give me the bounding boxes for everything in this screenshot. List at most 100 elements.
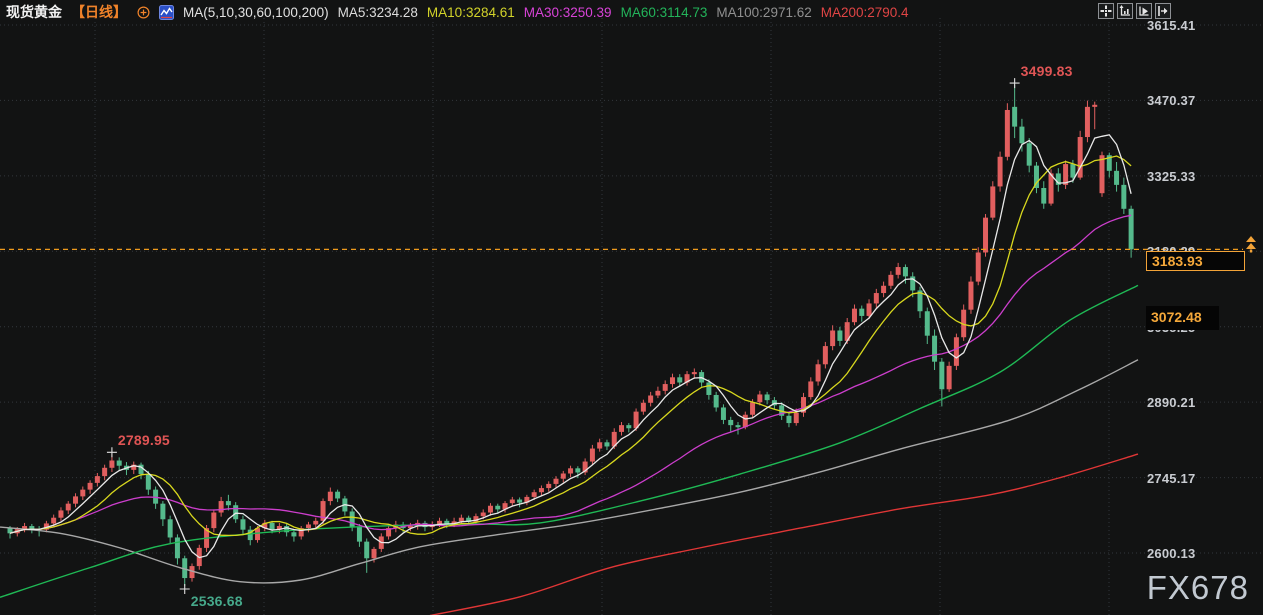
extreme-marker-icon	[180, 584, 190, 594]
candle	[372, 549, 377, 558]
candle	[968, 282, 973, 310]
candle	[233, 505, 238, 519]
candle	[517, 500, 522, 503]
candle	[714, 395, 719, 407]
candle	[706, 382, 711, 394]
candle	[830, 330, 835, 346]
candle	[211, 513, 216, 529]
candle	[58, 510, 63, 517]
candle	[539, 488, 544, 492]
candle	[1049, 173, 1054, 203]
candle	[575, 468, 580, 472]
candle	[954, 337, 959, 366]
candle	[270, 523, 275, 530]
candle	[786, 416, 791, 423]
candle	[677, 377, 682, 382]
candle	[750, 402, 755, 414]
add-indicator-button[interactable]	[136, 5, 150, 19]
candle	[240, 519, 245, 529]
candle	[88, 483, 93, 490]
candle	[219, 501, 224, 512]
candle	[1027, 143, 1032, 165]
symbol-title: 现货黄金	[6, 2, 62, 22]
candle	[146, 474, 151, 490]
ma-line-ma30	[10, 215, 1131, 533]
candle	[641, 403, 646, 412]
extreme-marker-icon	[107, 447, 117, 457]
axis-scale-icon[interactable]	[1117, 3, 1133, 19]
chart-toolbar	[1098, 3, 1171, 19]
secondary-price-tag: 3072.48	[1146, 306, 1219, 330]
candle	[808, 381, 813, 397]
candle	[859, 309, 864, 316]
auto-scroll-icon[interactable]	[1136, 3, 1152, 19]
candle	[939, 362, 944, 390]
candle	[998, 157, 1003, 187]
candle	[619, 425, 624, 432]
ma-line-ma60	[0, 285, 1138, 597]
candle	[736, 425, 741, 427]
candle	[66, 504, 71, 511]
candle	[881, 286, 886, 293]
price-annotation: 2536.68	[191, 593, 243, 609]
timeframe-label[interactable]: 【日线】	[71, 2, 127, 22]
candle	[481, 513, 486, 517]
jump-latest-icon[interactable]	[1155, 3, 1171, 19]
candle	[976, 252, 981, 281]
y-axis-label: 3325.33	[1147, 169, 1195, 184]
crosshair-icon[interactable]	[1098, 3, 1114, 19]
candle	[1019, 127, 1024, 144]
candle	[459, 518, 464, 522]
y-axis-label: 2600.13	[1147, 546, 1195, 561]
candle	[947, 366, 952, 389]
candle	[357, 527, 362, 542]
candle	[335, 492, 340, 499]
price-up-arrow-icon[interactable]	[1243, 235, 1259, 253]
y-axis-label: 3470.37	[1147, 93, 1195, 108]
candle	[794, 413, 799, 423]
indicator-chart-button[interactable]	[159, 5, 174, 20]
ma-readout: MA10:3284.61	[427, 5, 515, 20]
candle	[495, 506, 500, 510]
candle	[874, 293, 879, 303]
candle	[306, 524, 311, 528]
candle	[350, 511, 355, 527]
candle	[1100, 155, 1105, 193]
candle	[925, 311, 930, 335]
candle	[648, 395, 653, 402]
candle	[168, 519, 173, 537]
candle	[757, 394, 762, 402]
candle	[568, 468, 573, 473]
candle	[590, 449, 595, 462]
candle	[983, 218, 988, 253]
ma-readouts: MA5:3234.28MA10:3284.61MA30:3250.39MA60:…	[338, 5, 909, 20]
candle	[510, 500, 515, 504]
chart-header: 现货黄金 【日线】 MA(5,10,30,60,100,200) MA5:323…	[6, 3, 909, 21]
candle	[364, 542, 369, 559]
ma-line-ma200	[430, 454, 1138, 615]
candle	[743, 415, 748, 427]
candle	[990, 186, 995, 217]
candle	[328, 492, 333, 501]
candle	[29, 526, 34, 529]
candle	[903, 267, 908, 276]
candle	[51, 518, 56, 524]
candle	[604, 442, 609, 446]
ma-readout: MA5:3234.28	[338, 5, 418, 20]
price-annotation: 3499.83	[1021, 63, 1073, 79]
candle	[291, 532, 296, 536]
price-annotation: 2789.95	[118, 432, 170, 448]
candle	[532, 492, 537, 497]
candle	[852, 309, 857, 323]
chart-canvas[interactable]	[0, 0, 1263, 615]
candle	[1005, 110, 1010, 157]
candle	[692, 372, 697, 374]
candle	[546, 484, 551, 488]
ma-readout: MA100:2971.62	[716, 5, 811, 20]
candle	[626, 425, 631, 428]
candle	[932, 336, 937, 362]
candle	[255, 528, 260, 540]
candle	[888, 275, 893, 286]
line-chart-icon	[159, 5, 174, 20]
candle	[95, 476, 100, 483]
